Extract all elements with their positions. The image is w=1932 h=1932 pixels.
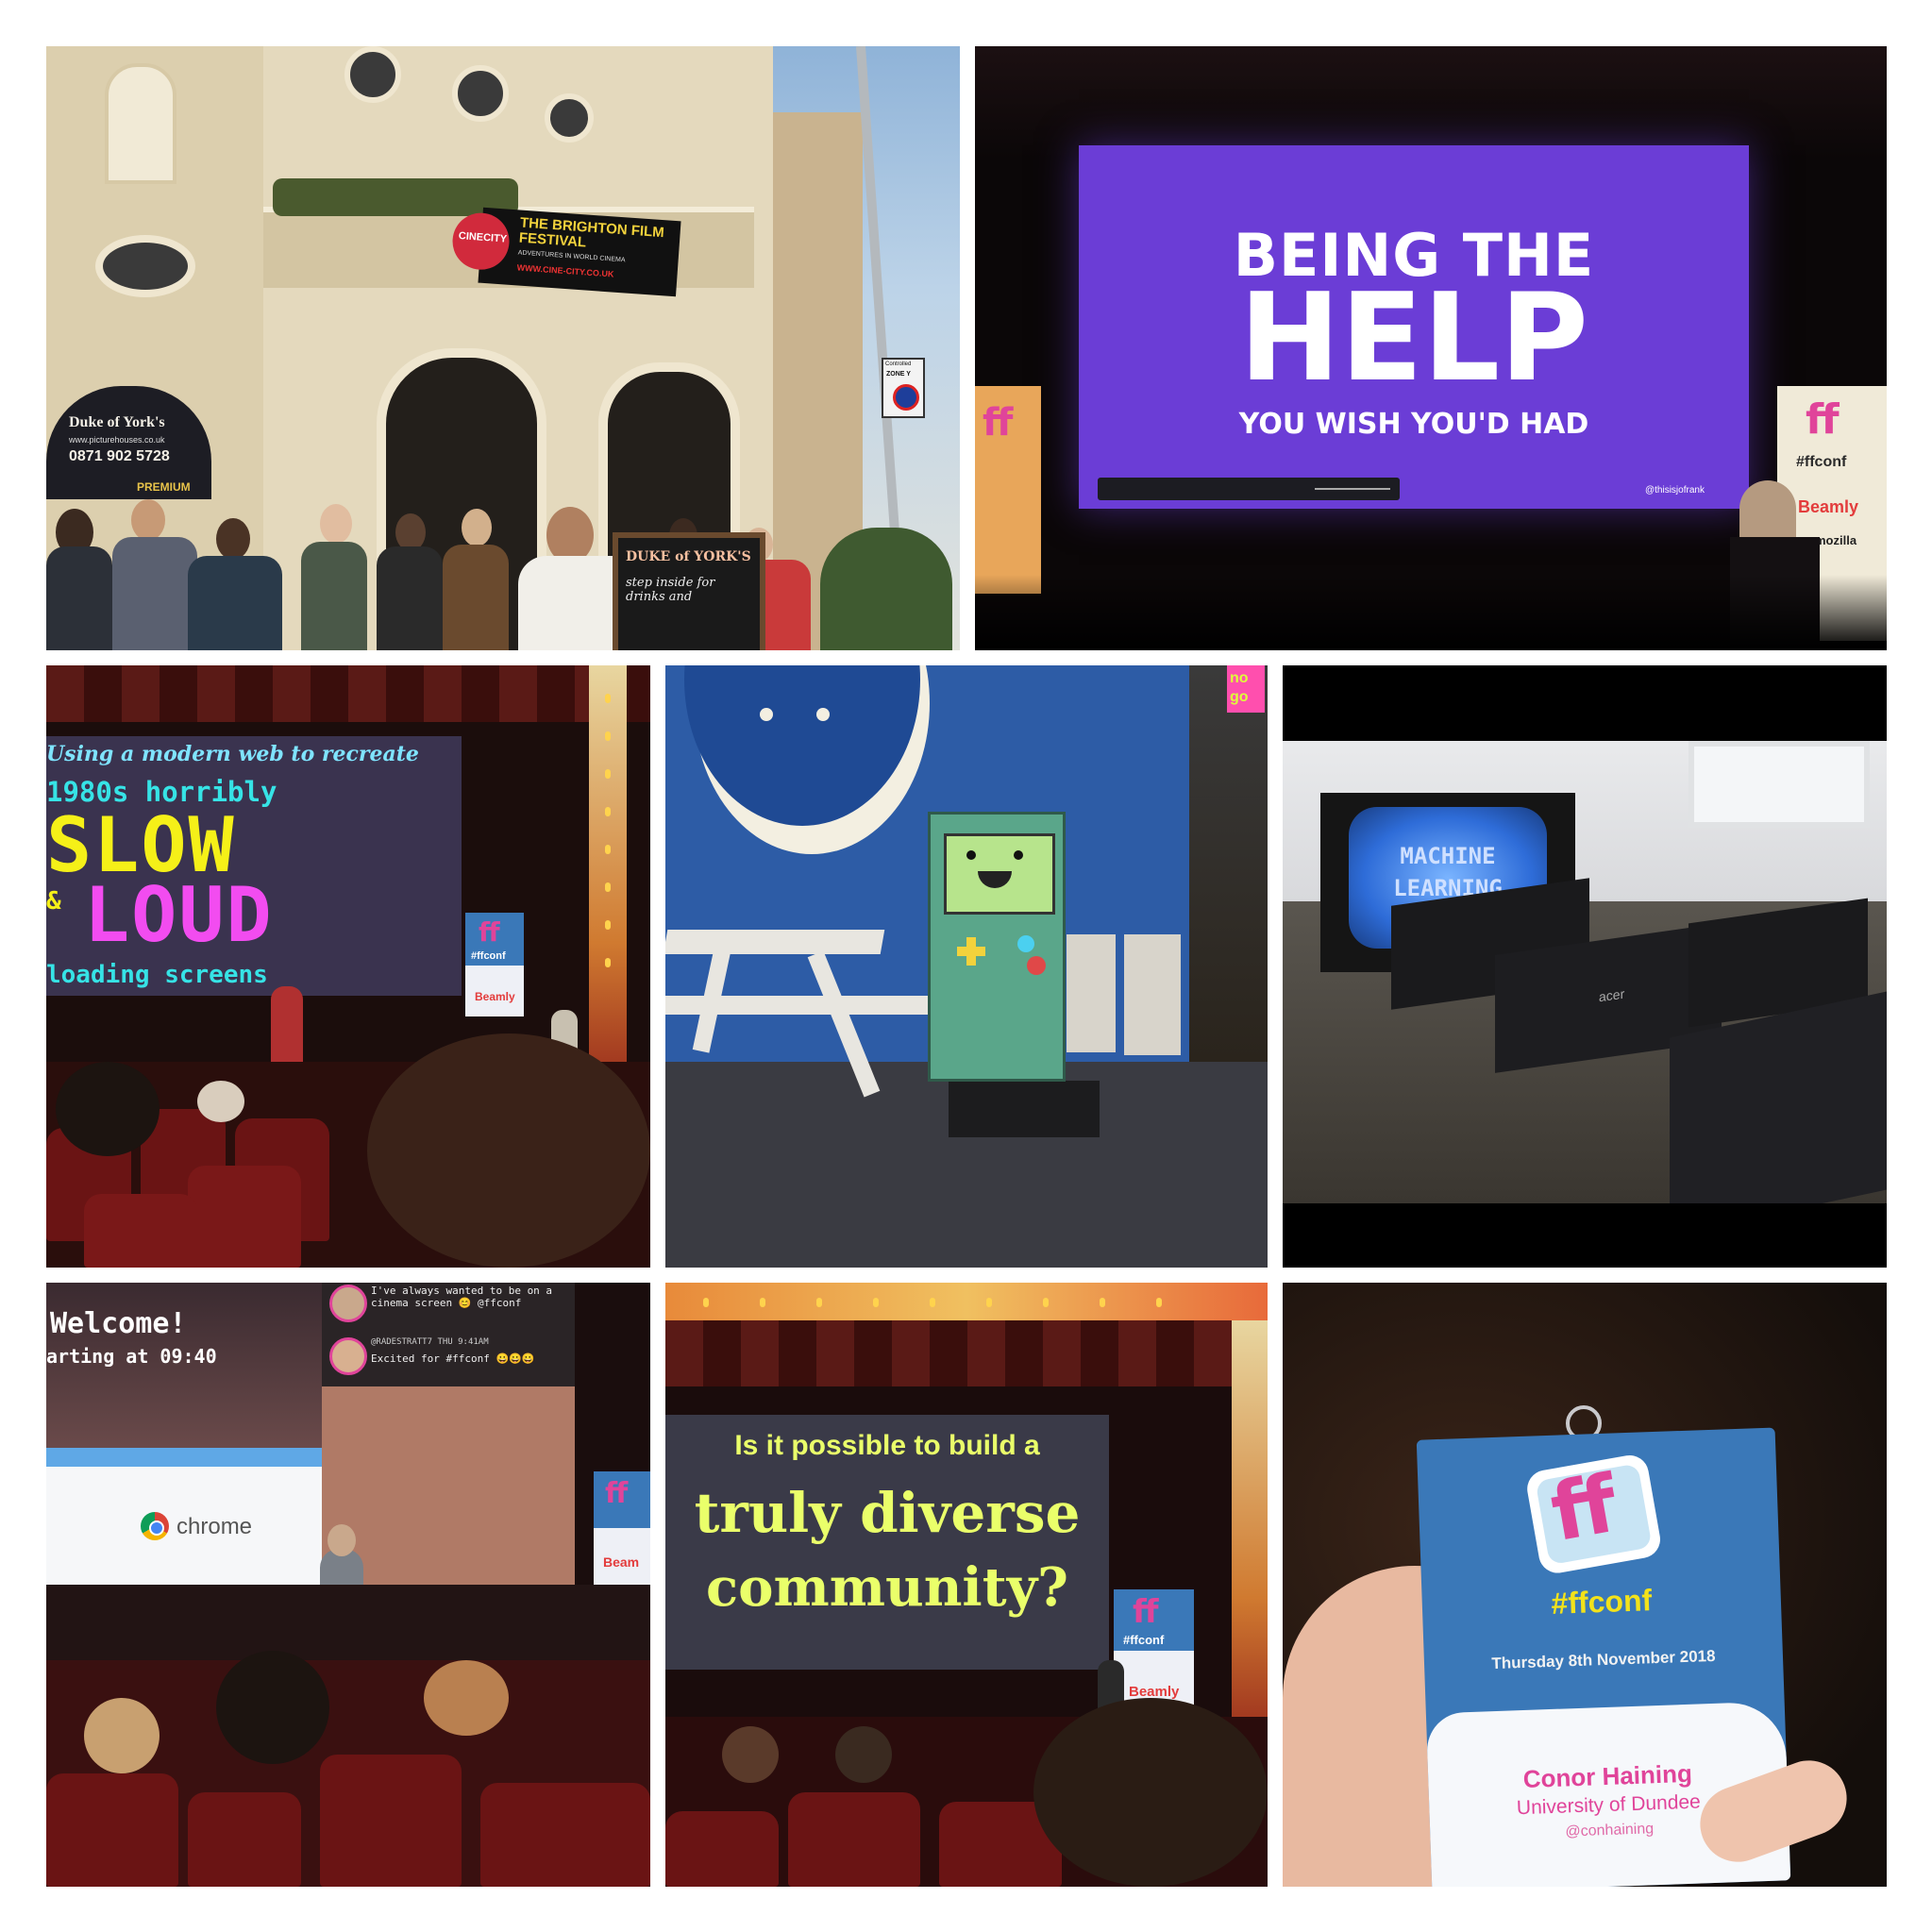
tweet-1: I've always wanted to be on a cinema scr… [371,1285,553,1309]
slide-line-4: & [46,887,61,916]
slide-line-6: loading screens [46,961,268,989]
banner-tag: #ffconf [471,950,506,962]
sponsor-beamly: Beam [603,1554,640,1570]
slide-line-3: community? [706,1556,1068,1619]
sign-name: Duke of York's [69,414,165,430]
speaker [271,986,303,1062]
ff-logo: ff [1133,1593,1159,1631]
banner-tag: #ffconf [1796,454,1847,470]
ff-logo-left: ff [983,401,1014,445]
slide-handle: @thisisjofrank [1645,485,1705,496]
chrome-panel: chrome [46,1448,322,1604]
avatar [329,1337,367,1375]
picnic-bench [665,930,885,954]
ffconf-banner-left: ff [975,386,1041,594]
film-festival-banner: CINECITY THE BRIGHTON FILM FESTIVAL ADVE… [450,207,681,297]
chalkboard-text: step inside for drinks and [626,576,715,604]
sponsor-beamly: Beamly [475,990,515,1003]
tweet-2: Excited for #ffconf 😀😀😀 [371,1352,535,1365]
slide-line-2: truly diverse [694,1481,1081,1545]
photo-diverse-community-slide: Is it possible to build a truly diverse … [665,1283,1268,1887]
road-sign-zone: ZONE Y [886,371,911,378]
sign-phone: 0871 902 5728 [69,448,170,464]
neon-sign-text: no go [1230,670,1249,705]
marquee-pillar [1232,1320,1268,1717]
neon-sign: no go [1227,665,1265,713]
ff-logo: ff [605,1477,629,1510]
crt-line-1: MACHINE [1400,843,1496,869]
badge-date: Thursday 8th November 2018 [1491,1646,1716,1673]
presenter-toolbar [1098,478,1400,500]
crowd [46,490,960,650]
banner-url: WWW.CINE-CITY.CO.UK [516,262,614,279]
photo-machine-learning-slide: MACHINE LEARNING acer [1283,665,1887,1268]
ff-logo-right: ff [1806,395,1840,444]
sponsor-beamly: Beamly [1798,497,1859,516]
projection-screen: BEING THE HELP YOU WISH YOU'D HAD @thisi… [1079,145,1749,509]
banner-title: THE BRIGHTON FILM FESTIVAL [518,214,665,251]
chalkboard-sign: DUKE of YORK'S step inside for drinks an… [613,532,765,650]
badge-tag: #ffconf [1550,1583,1653,1621]
photo-bmo-street-cabinet: no go [665,665,1268,1268]
slide-line-5: LOUD [84,871,274,959]
marquee-pillar [589,665,627,1062]
slide-line-3: YOU WISH YOU'D HAD [1238,408,1589,441]
starting-text: arting at 09:40 [46,1345,217,1368]
marquee-top [665,1283,1268,1320]
bmo-cabinet [928,812,1066,1082]
welcome-text: Welcome! [50,1307,187,1340]
slide-line-1: Is it possible to build a [734,1430,1040,1461]
ffconf-banner: ff #ffconf Beamly [465,913,524,1016]
slide-line-2: HELP [1239,268,1588,409]
projection-screen: Using a modern web to recreate 1980s hor… [46,736,462,996]
projection-screen: Is it possible to build a truly diverse … [665,1415,1109,1670]
photo-duke-of-yorks-exterior: CINECITY THE BRIGHTON FILM FESTIVAL ADVE… [46,46,960,650]
chrome-label: chrome [176,1514,253,1539]
welcome-photo: Welcome! arting at 09:40 [46,1283,322,1448]
road-sign: Controlled ZONE Y [882,358,925,418]
sponsor-mozilla: mozilla [1815,533,1857,547]
slide-line-1: Using a modern web to recreate [46,742,419,766]
chalkboard-title: DUKE of YORK'S [626,549,751,564]
tweet-panel: I've always wanted to be on a cinema scr… [322,1283,575,1386]
sign-url: www.picturehouses.co.uk [69,435,165,445]
banner-tag: #ffconf [1123,1633,1165,1647]
photo-slow-and-loud-slide: Using a modern web to recreate 1980s hor… [46,665,650,1268]
avatar [329,1285,367,1322]
ff-logo-icon: ff [1524,1452,1664,1576]
tweet-2-user: @RADESTRATT7 THU 9:41AM [371,1337,489,1347]
photo-welcome-slide: Welcome! arting at 09:40 chrome I've alw… [46,1283,650,1887]
road-sign-text: Controlled [885,361,912,367]
ff-logo: ff [479,916,500,948]
photo-ffconf-badge: ff #ffconf Thursday 8th November 2018 Co… [1283,1283,1887,1887]
photo-being-the-help-slide: BEING THE HELP YOU WISH YOU'D HAD @thisi… [975,46,1887,650]
monitor-brand: acer [1599,985,1625,1005]
